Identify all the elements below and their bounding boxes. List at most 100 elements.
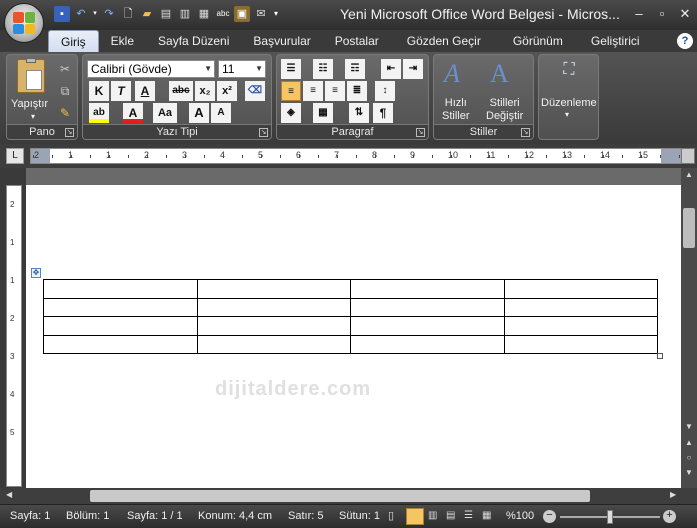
open-icon[interactable]: ▰ [139, 6, 155, 22]
zoom-thumb[interactable] [607, 510, 613, 524]
browse-object-icon[interactable]: ○ [683, 453, 695, 465]
subscript-button[interactable]: x₂ [195, 81, 215, 101]
decrease-indent-icon[interactable]: ⇤ [381, 59, 401, 79]
align-center-icon[interactable]: ≡ [303, 81, 323, 101]
scroll-left-icon[interactable]: ◀ [6, 490, 12, 499]
prev-page-icon[interactable]: ▲ [683, 438, 695, 450]
track-changes-icon[interactable]: ▯ [388, 509, 394, 522]
draft-icon[interactable]: ▦ [482, 510, 491, 521]
outline-icon[interactable]: ☰ [464, 510, 473, 521]
increase-indent-icon[interactable]: ⇥ [403, 59, 423, 79]
table-cell[interactable] [503, 297, 658, 317]
zoom-slider[interactable] [560, 510, 660, 524]
status-line[interactable]: Satır: 5 [288, 510, 323, 522]
table-move-handle-icon[interactable]: ✥ [31, 268, 41, 278]
restore-button[interactable]: ▫ [653, 6, 671, 22]
paste-icon[interactable] [17, 58, 45, 93]
table-resize-handle[interactable] [657, 353, 663, 359]
multilevel-list-icon[interactable]: ☶ [345, 59, 365, 79]
italic-button[interactable]: T [111, 81, 131, 101]
font-color-button[interactable]: A [123, 103, 143, 123]
table-cell[interactable] [503, 316, 658, 336]
table-cell[interactable] [43, 279, 198, 299]
strikethrough-button[interactable]: abc [169, 81, 193, 101]
table-cell[interactable] [503, 279, 658, 299]
format-painter-icon[interactable]: ✎ [55, 103, 75, 123]
tab-selector-icon[interactable]: L [6, 148, 24, 164]
justify-icon[interactable]: ≣ [347, 81, 367, 101]
change-styles-button[interactable]: Stilleri Değiştir [486, 97, 523, 123]
document-icon[interactable]: ▣ [234, 6, 250, 22]
borders-icon[interactable]: ▦ [313, 103, 333, 123]
grow-font-button[interactable]: A [189, 103, 209, 123]
table-cell[interactable] [196, 334, 351, 354]
shrink-font-button[interactable]: A [211, 103, 231, 123]
numbering-icon[interactable]: ☷ [313, 59, 333, 79]
save-icon[interactable]: ▪ [54, 6, 70, 22]
status-page[interactable]: Sayfa: 1 [10, 510, 50, 522]
print-preview-icon[interactable]: ▤ [158, 6, 174, 22]
copy-icon[interactable]: ⧉ [55, 81, 75, 101]
table-cell[interactable] [196, 316, 351, 336]
scroll-down-icon[interactable]: ▼ [683, 422, 695, 434]
bullets-icon[interactable]: ☰ [281, 59, 301, 79]
zoom-out-icon[interactable]: − [543, 510, 556, 523]
sort-icon[interactable]: ⇅ [349, 103, 369, 123]
next-page-icon[interactable]: ▼ [683, 468, 695, 480]
table-cell[interactable] [43, 297, 198, 317]
office-button[interactable] [4, 3, 44, 43]
view-ruler-icon[interactable] [681, 148, 695, 164]
editing-button[interactable]: Düzenleme [541, 97, 597, 109]
clear-formatting-icon[interactable]: ⌫ [245, 81, 265, 101]
redo-icon[interactable]: ↷ [101, 6, 117, 22]
table-cell[interactable] [350, 279, 505, 299]
scroll-right-icon[interactable]: ▶ [670, 490, 676, 499]
status-section[interactable]: Bölüm: 1 [66, 510, 109, 522]
print-layout-icon[interactable] [406, 508, 424, 525]
line-spacing-icon[interactable]: ↕ [375, 81, 395, 101]
full-screen-reading-icon[interactable]: ▥ [428, 510, 437, 521]
spelling-icon[interactable]: abc [215, 6, 231, 22]
vertical-scrollbar[interactable]: ▲ ▼ ▲ ○ ▼ [681, 168, 697, 488]
horizontal-ruler[interactable]: 21123456789101112131415 [30, 148, 682, 164]
zoom-level[interactable]: %100 [506, 510, 534, 522]
print-icon[interactable]: ▦ [196, 6, 212, 22]
font-size-select[interactable]: 11 ▼ [218, 60, 266, 78]
align-left-icon[interactable]: ≡ [281, 81, 301, 101]
align-right-icon[interactable]: ≡ [325, 81, 345, 101]
customize-qat-icon[interactable]: ▾ [272, 6, 280, 22]
paste-dropdown-icon[interactable]: ▾ [31, 112, 35, 121]
font-name-select[interactable]: Calibri (Gövde) ▼ [87, 60, 215, 78]
tab-postalar[interactable]: Postalar [323, 30, 391, 52]
editing-dropdown-icon[interactable]: ▾ [565, 110, 569, 119]
scroll-up-icon[interactable]: ▲ [683, 170, 695, 182]
horizontal-scroll-thumb[interactable] [90, 490, 590, 502]
table-cell[interactable] [196, 279, 351, 299]
table-cell[interactable] [43, 316, 198, 336]
quick-styles-button[interactable]: Hızlı Stiller [442, 97, 470, 123]
highlight-button[interactable]: ab [89, 103, 109, 123]
bold-button[interactable]: K [89, 81, 109, 101]
horizontal-scrollbar[interactable]: ◀ ▶ [0, 488, 697, 504]
tab-sayfa-duzeni[interactable]: Sayfa Düzeni [146, 30, 241, 52]
tab-giris[interactable]: Giriş [48, 30, 99, 52]
quick-styles-icon[interactable]: A [444, 59, 460, 89]
show-marks-button[interactable]: ¶ [373, 103, 393, 123]
tab-gelistirici[interactable]: Geliştirici [579, 30, 652, 52]
quick-print-icon[interactable]: ▥ [177, 6, 193, 22]
undo-dropdown-icon[interactable]: ▾ [92, 6, 98, 22]
change-styles-icon[interactable]: A [490, 59, 509, 89]
status-position[interactable]: Konum: 4,4 cm [198, 510, 272, 522]
close-button[interactable]: ✕ [676, 6, 694, 22]
tab-gozden-gecir[interactable]: Gözden Geçir [391, 30, 497, 52]
change-case-button[interactable]: Aa [153, 103, 177, 123]
table-cell[interactable] [350, 334, 505, 354]
superscript-button[interactable]: x² [217, 81, 237, 101]
minimize-button[interactable]: – [630, 6, 648, 22]
undo-icon[interactable]: ↶ [73, 6, 89, 22]
help-icon[interactable]: ? [677, 33, 693, 49]
vertical-ruler[interactable]: 2 1 1 2 3 4 5 [6, 185, 22, 487]
document-table[interactable] [43, 279, 658, 354]
font-launcher-icon[interactable]: ↘ [259, 128, 268, 137]
status-pages[interactable]: Sayfa: 1 / 1 [127, 510, 183, 522]
